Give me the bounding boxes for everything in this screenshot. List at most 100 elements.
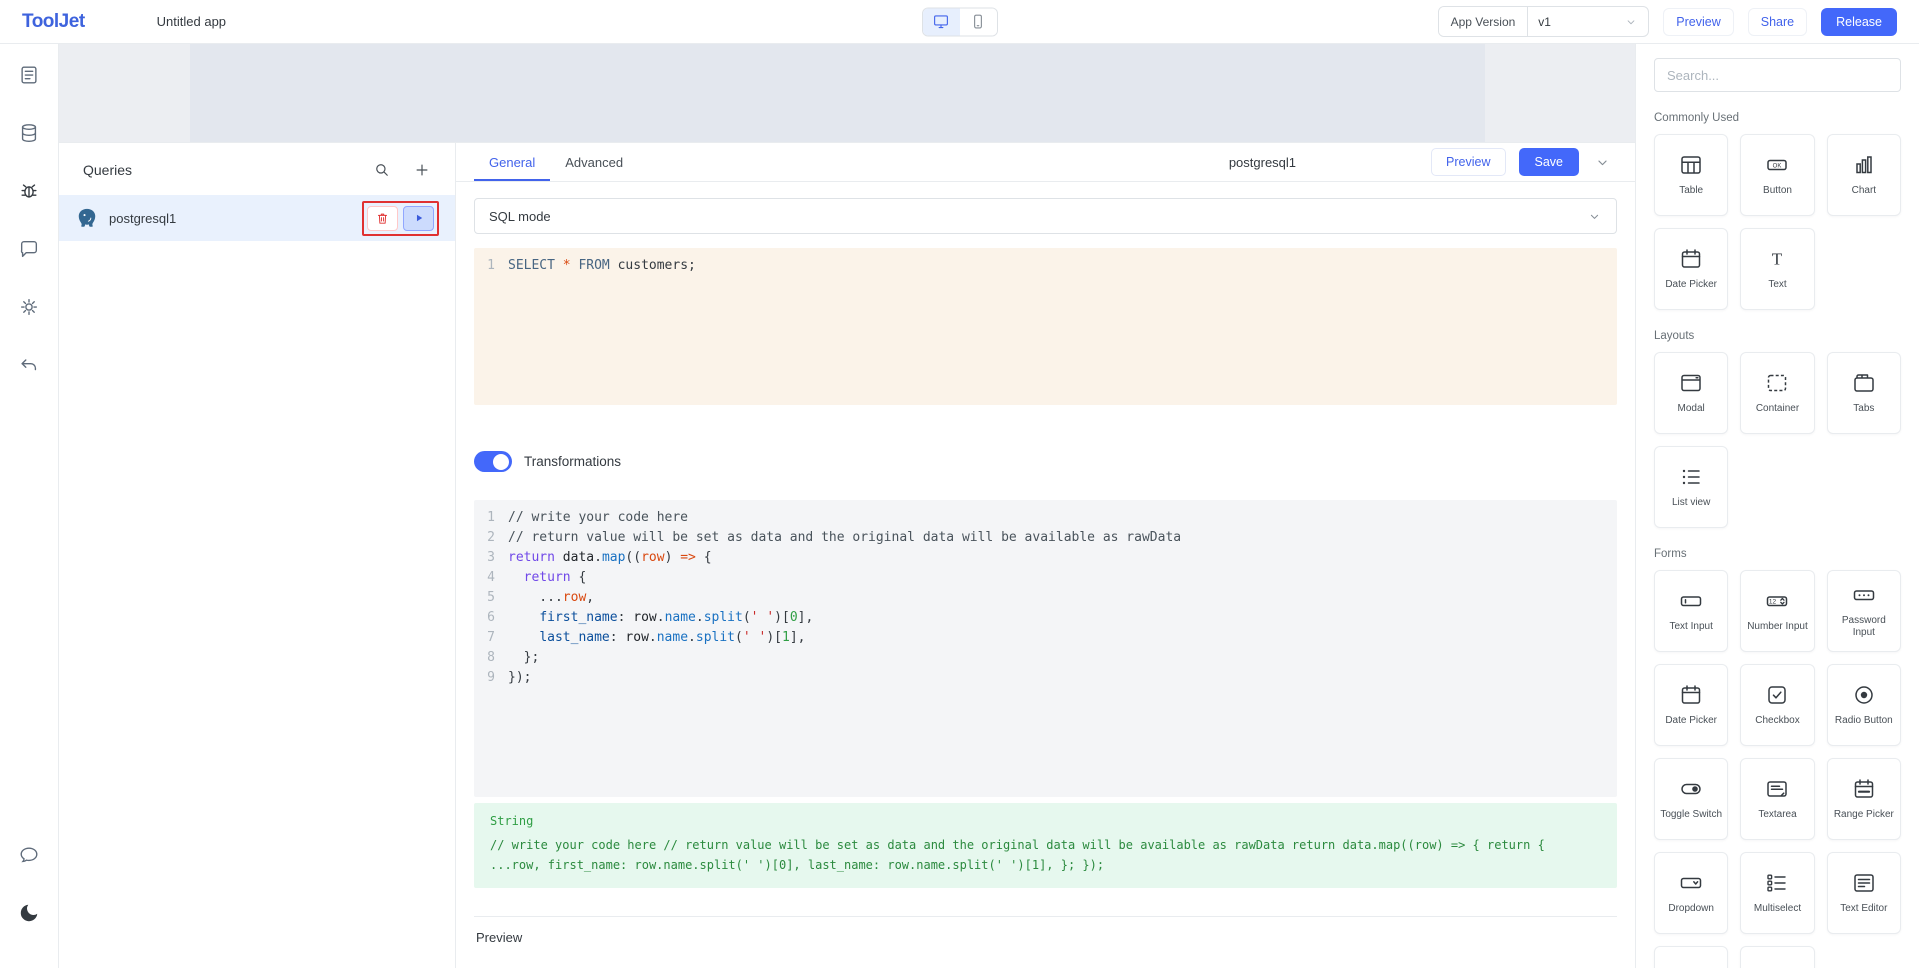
widget-card-partial[interactable]: [1740, 946, 1814, 968]
widget-card-radiobutton[interactable]: Radio Button: [1827, 664, 1901, 746]
pages-icon[interactable]: [18, 64, 40, 86]
add-query-icon[interactable]: [413, 161, 431, 179]
run-query-button[interactable]: [403, 206, 434, 231]
undo-icon[interactable]: [18, 354, 40, 376]
app-version-select[interactable]: v1: [1528, 7, 1648, 36]
app-canvas[interactable]: [59, 44, 1635, 142]
device-toggle: [922, 7, 998, 36]
radiobutton-icon: [1852, 683, 1876, 707]
query-preview-button[interactable]: Preview: [1431, 148, 1505, 176]
chevron-down-icon: [1624, 15, 1638, 29]
widget-card-passwordinput[interactable]: Password Input: [1827, 570, 1901, 652]
app-name[interactable]: Untitled app: [157, 14, 226, 29]
desktop-view-button[interactable]: [923, 8, 960, 35]
release-button[interactable]: Release: [1821, 8, 1897, 36]
code-line: 6 first_name: row.name.split(' ')[0],: [474, 608, 1617, 628]
tabs-icon: [1852, 371, 1876, 395]
code-content: SELECT * FROM customers;: [508, 256, 696, 276]
passwordinput-icon: [1852, 583, 1876, 607]
code-line: 4 return {: [474, 568, 1617, 588]
play-icon: [412, 211, 426, 225]
code-line: 1 // write your code here: [474, 508, 1617, 528]
widget-card-toggleswitch[interactable]: Toggle Switch: [1654, 758, 1728, 840]
widget-card-multiselect[interactable]: Multiselect: [1740, 852, 1814, 934]
postgresql-icon: [75, 206, 99, 230]
widget-card-button[interactable]: Button: [1740, 134, 1814, 216]
query-actions-highlight: [362, 201, 439, 236]
search-icon[interactable]: [373, 161, 391, 179]
checkbox-icon: [1765, 683, 1789, 707]
app-version-label: App Version: [1439, 7, 1529, 36]
widget-card-datepicker-form[interactable]: Date Picker: [1654, 664, 1728, 746]
preview-app-button[interactable]: Preview: [1663, 8, 1733, 36]
help-chat-icon[interactable]: [18, 844, 40, 866]
widget-card-rangepicker[interactable]: Range Picker: [1827, 758, 1901, 840]
table-icon: [1679, 153, 1703, 177]
app-version-control: App Version v1: [1438, 6, 1650, 37]
sql-mode-value: SQL mode: [489, 209, 551, 224]
dark-mode-icon[interactable]: [18, 902, 40, 924]
textarea-icon: [1765, 777, 1789, 801]
widget-card-text[interactable]: Text: [1740, 228, 1814, 310]
comments-icon[interactable]: [18, 238, 40, 260]
debugger-icon[interactable]: [18, 180, 40, 202]
component-search-input[interactable]: [1654, 58, 1901, 92]
left-rail: [0, 44, 59, 968]
query-save-button[interactable]: Save: [1519, 148, 1580, 176]
share-button[interactable]: Share: [1748, 8, 1807, 36]
transformation-result: String // write your code here // return…: [474, 803, 1617, 888]
result-type-badge: String: [490, 814, 1601, 828]
widget-card-textarea[interactable]: Textarea: [1740, 758, 1814, 840]
sql-code-editor[interactable]: 1 SELECT * FROM customers;: [474, 248, 1617, 405]
widget-card-datepicker[interactable]: Date Picker: [1654, 228, 1728, 310]
editor-query-name: postgresql1: [1229, 155, 1296, 170]
desktop-icon: [932, 13, 950, 31]
transformations-toggle[interactable]: [474, 451, 512, 472]
delete-query-button[interactable]: [367, 206, 398, 231]
listview-icon: [1679, 465, 1703, 489]
widget-card-numberinput[interactable]: Number Input: [1740, 570, 1814, 652]
transformation-code-editor[interactable]: 1 // write your code here 2 // return va…: [474, 500, 1617, 797]
query-list-item[interactable]: postgresql1: [59, 195, 455, 241]
widget-card-modal[interactable]: Modal: [1654, 352, 1728, 434]
canvas-widget-area[interactable]: [190, 44, 1485, 142]
transformations-label: Transformations: [524, 454, 621, 469]
code-line: 1 SELECT * FROM customers;: [474, 256, 1617, 276]
settings-icon[interactable]: [18, 296, 40, 318]
queries-panel-title: Queries: [83, 162, 132, 178]
database-icon[interactable]: [18, 122, 40, 144]
sql-mode-select[interactable]: SQL mode: [474, 198, 1617, 234]
line-number: 1: [474, 256, 508, 276]
code-line: 7 last_name: row.name.split(' ')[1],: [474, 628, 1617, 648]
texteditor-icon: [1852, 871, 1876, 895]
widget-card-checkbox[interactable]: Checkbox: [1740, 664, 1814, 746]
dropdown-icon: [1679, 871, 1703, 895]
container-icon: [1765, 371, 1789, 395]
tab-advanced[interactable]: Advanced: [550, 143, 638, 181]
widget-card-table[interactable]: Table: [1654, 134, 1728, 216]
app-version-value: v1: [1538, 15, 1551, 29]
text-icon: [1765, 247, 1789, 271]
preview-section-header[interactable]: Preview: [474, 916, 1617, 958]
datepicker-icon: [1679, 683, 1703, 707]
widget-card-tabs[interactable]: Tabs: [1827, 352, 1901, 434]
tab-general[interactable]: General: [474, 143, 550, 181]
result-text: // write your code here // return value …: [490, 835, 1601, 875]
datepicker-icon: [1679, 247, 1703, 271]
widget-card-listview[interactable]: List view: [1654, 446, 1728, 528]
textinput-icon: [1679, 589, 1703, 613]
widget-card-dropdown[interactable]: Dropdown: [1654, 852, 1728, 934]
numberinput-icon: [1765, 589, 1789, 613]
widget-card-texteditor[interactable]: Text Editor: [1827, 852, 1901, 934]
widget-card-textinput[interactable]: Text Input: [1654, 570, 1728, 652]
widget-card-partial[interactable]: [1654, 946, 1728, 968]
code-line: 2 // return value will be set as data an…: [474, 528, 1617, 548]
widget-card-container[interactable]: Container: [1740, 352, 1814, 434]
trash-icon: [375, 211, 390, 226]
modal-icon: [1679, 371, 1703, 395]
collapse-chevron-icon[interactable]: [1592, 152, 1613, 173]
query-editor: General Advanced postgresql1 Preview Sav…: [456, 143, 1635, 968]
tooljet-logo: ToolJet: [22, 11, 85, 33]
widget-card-chart[interactable]: Chart: [1827, 134, 1901, 216]
mobile-view-button[interactable]: [960, 8, 997, 35]
